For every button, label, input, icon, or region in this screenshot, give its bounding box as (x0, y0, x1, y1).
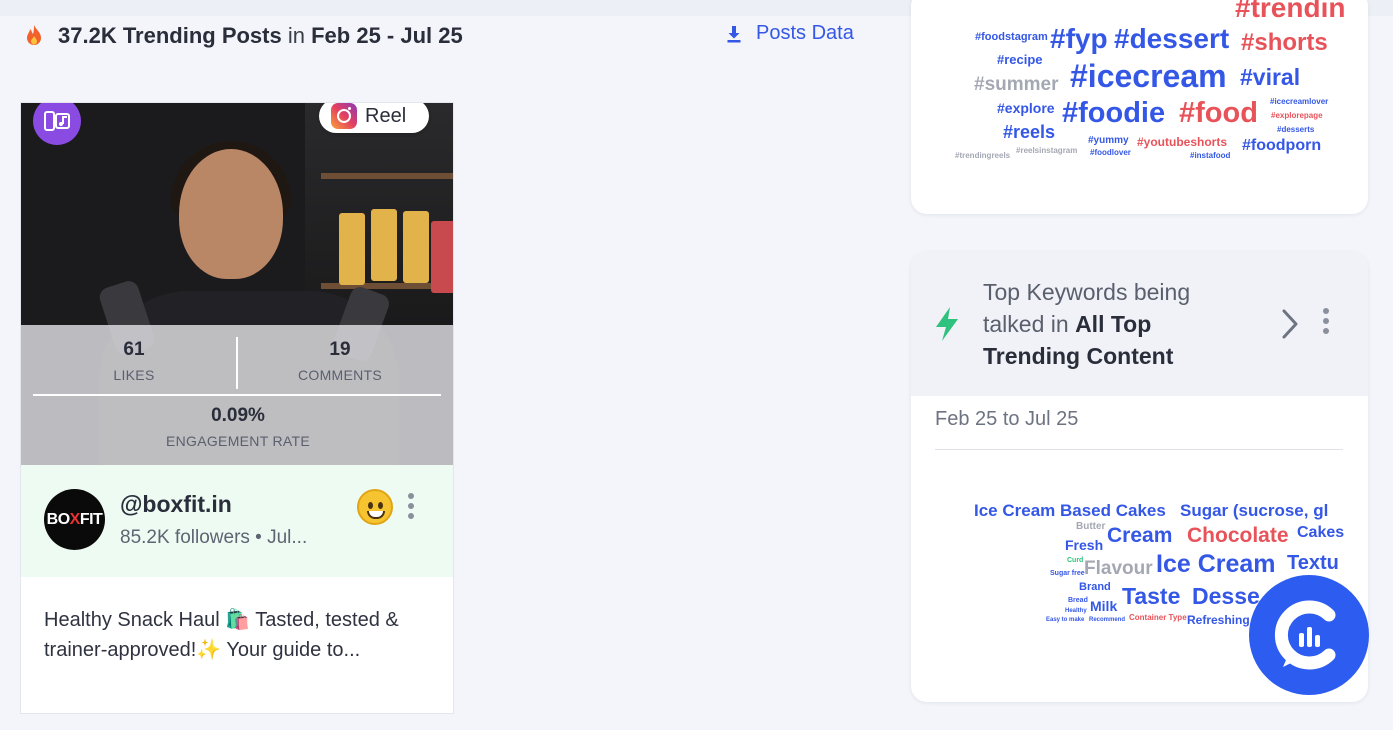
author-row: BO X FIT @boxfit.in 85.2K followers • Jul.… (21, 465, 453, 577)
hashtag-word[interactable]: #foodie (1062, 99, 1165, 128)
hashtag-word[interactable]: #dessert (1114, 25, 1229, 53)
keyword-word[interactable]: Textu (1287, 553, 1339, 573)
keyword-word[interactable]: Cakes (1297, 525, 1344, 541)
keyword-word[interactable]: Butter (1076, 522, 1105, 532)
hashtag-word[interactable]: #explore (997, 101, 1055, 115)
keyword-word[interactable]: Ice Cream (1156, 552, 1276, 577)
keyword-word[interactable]: Flavour (1084, 559, 1153, 578)
stats-divider (236, 337, 238, 389)
keyword-word[interactable]: Healthy (1065, 608, 1087, 614)
likes-value: 61 (123, 339, 145, 360)
hashtag-word[interactable]: #reels (1003, 123, 1055, 141)
trending-count: 37.2K Trending Posts (58, 23, 282, 48)
fire-icon (27, 25, 41, 45)
keyword-word[interactable]: Chocolate (1187, 525, 1289, 546)
platform-badge: Reel (319, 103, 429, 133)
hashtag-cloud: #trendin #foodstagram #fyp #dessert #sho… (911, 0, 1368, 214)
date-range: Feb 25 - Jul 25 (311, 23, 463, 48)
hashtag-word[interactable]: #instafood (1190, 152, 1230, 160)
keyword-word[interactable]: Refreshing (1187, 614, 1250, 626)
chat-bubble-icon (1274, 600, 1336, 670)
posts-data-button[interactable]: Posts Data (724, 22, 854, 45)
download-icon (727, 25, 741, 42)
post-card[interactable]: 61 LIKES 19 COMMENTS 0.09% ENGAGEMENT RA… (20, 102, 454, 714)
hashtag-word[interactable]: #viral (1240, 66, 1300, 89)
hashtag-word[interactable]: #recipe (997, 53, 1043, 66)
hashtag-word[interactable]: #foodporn (1242, 138, 1321, 154)
hashtag-word[interactable]: #reelsinstagram (1016, 147, 1077, 155)
video-music-icon (33, 103, 81, 145)
in-word: in (287, 23, 305, 48)
hashtag-word[interactable]: #food (1179, 99, 1258, 128)
hashtag-word[interactable]: #youtubeshorts (1137, 136, 1227, 148)
avatar[interactable]: BO X FIT (44, 489, 105, 550)
hashtag-word[interactable]: #yummy (1088, 136, 1129, 146)
keyword-word[interactable]: Recommend (1089, 617, 1125, 623)
post-thumbnail[interactable]: 61 LIKES 19 COMMENTS 0.09% ENGAGEMENT RA… (21, 103, 453, 465)
posts-data-label: Posts Data (756, 22, 854, 44)
hashtag-word[interactable]: #foodstagram (975, 32, 1048, 43)
author-handle[interactable]: @boxfit.in (120, 491, 232, 518)
hashtag-word[interactable]: #shorts (1241, 31, 1328, 55)
likes-label: LIKES (113, 367, 155, 383)
hashtag-word[interactable]: #trendingreels (955, 152, 1010, 160)
platform-label: Reel (365, 104, 407, 127)
post-caption: Healthy Snack Haul 🛍️ Tasted, tested & t… (44, 609, 399, 661)
keyword-word[interactable]: Brand (1079, 582, 1111, 593)
hashtag-word[interactable]: #summer (974, 75, 1059, 94)
keyword-word[interactable]: Container Type (1129, 614, 1187, 622)
likes-stat: 61 LIKES (54, 339, 214, 383)
comments-stat: 19 COMMENTS (260, 339, 420, 383)
engagement-stat: 0.09% ENGAGEMENT RATE (138, 405, 338, 449)
comments-label: COMMENTS (297, 367, 383, 383)
keyword-word[interactable]: Bread (1068, 597, 1088, 604)
keyword-cloud: Ice Cream Based Cakes Sugar (sucrose, gl… (911, 252, 1368, 626)
engagement-label: ENGAGEMENT RATE (165, 433, 310, 449)
comments-value: 19 (329, 339, 351, 360)
stats-divider-horizontal (33, 394, 441, 396)
chat-assistant-button[interactable] (1249, 575, 1369, 695)
hashtag-word[interactable]: #icecream (1070, 60, 1227, 92)
hashtag-word[interactable]: #fyp (1050, 25, 1108, 53)
keyword-word[interactable]: Sugar free (1050, 570, 1085, 577)
stats-overlay: 61 LIKES 19 COMMENTS 0.09% ENGAGEMENT RA… (21, 325, 453, 465)
grinning-face-icon[interactable] (357, 489, 393, 525)
hashtag-word[interactable]: #explorepage (1271, 112, 1323, 120)
keyword-word[interactable]: Fresh (1065, 538, 1103, 552)
hashtag-word[interactable]: #icecreamlover (1270, 98, 1328, 106)
hashtag-word[interactable]: #foodlover (1090, 149, 1131, 157)
keyword-word[interactable]: Cream (1107, 525, 1172, 546)
keyword-word[interactable]: Milk (1090, 599, 1117, 613)
hashtag-word[interactable]: #desserts (1277, 126, 1314, 134)
keyword-word[interactable]: Taste (1122, 585, 1180, 608)
page-title: 37.2K Trending Posts in Feb 25 - Jul 25 (58, 23, 463, 49)
engagement-value: 0.09% (211, 405, 265, 426)
author-followers: 85.2K followers • Jul... (120, 527, 308, 548)
instagram-icon (331, 103, 357, 129)
keyword-word[interactable]: Curd (1067, 557, 1083, 564)
keyword-word[interactable]: Ice Cream Based Cakes (974, 502, 1166, 519)
page-header: 37.2K Trending Posts in Feb 25 - Jul 25 (22, 20, 463, 52)
post-more-menu-icon[interactable] (408, 493, 414, 519)
hashtag-word[interactable]: #trendin (1235, 0, 1345, 22)
keyword-word[interactable]: Sugar (sucrose, gl (1180, 502, 1328, 519)
hashtags-card: #trendin #foodstagram #fyp #dessert #sho… (911, 0, 1368, 214)
keyword-word[interactable]: Easy to make (1046, 617, 1084, 623)
